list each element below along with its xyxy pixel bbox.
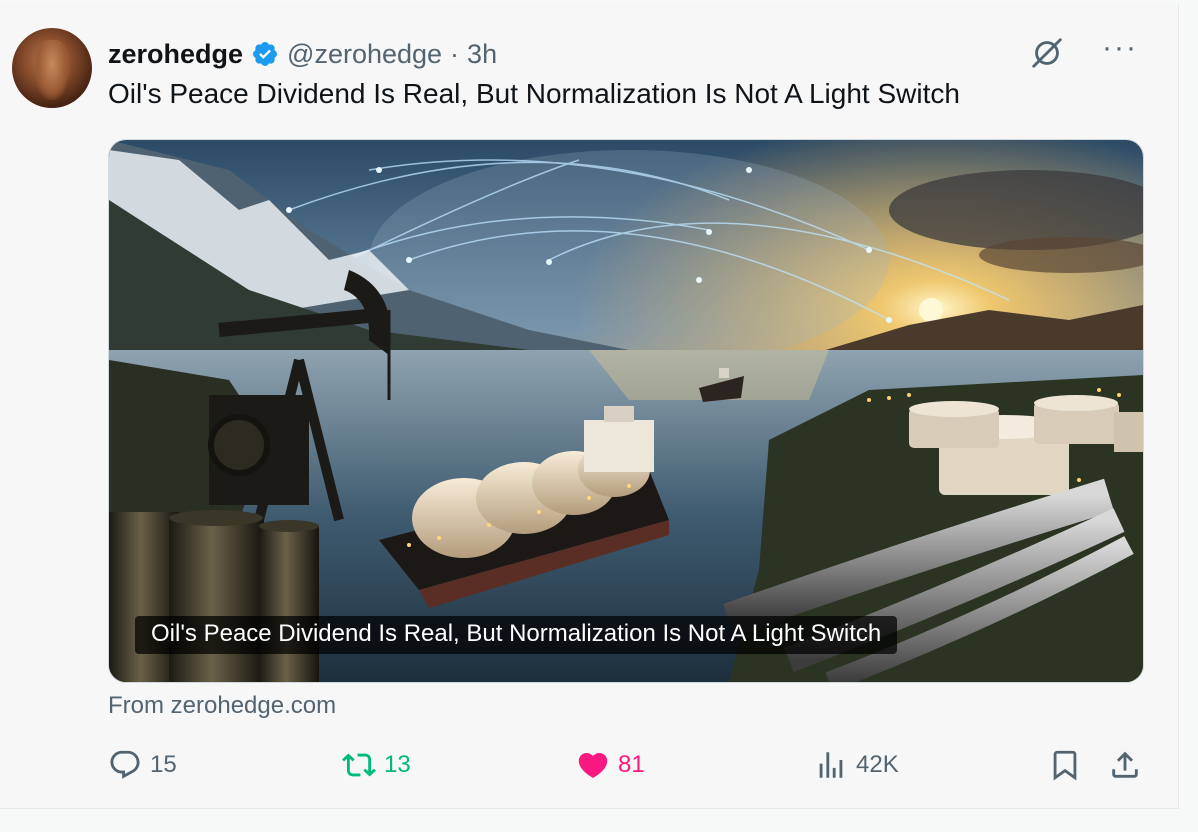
retweet-icon xyxy=(342,753,376,777)
card-image xyxy=(109,140,1143,682)
like-button[interactable]: 81 xyxy=(576,748,645,782)
reply-button[interactable]: 15 xyxy=(108,748,177,782)
tweet-text: Oil's Peace Dividend Is Real, But Normal… xyxy=(108,78,960,109)
bookmark-icon xyxy=(1053,750,1077,781)
handle[interactable]: @zerohedge xyxy=(287,39,442,70)
timestamp[interactable]: 3h xyxy=(467,39,497,70)
views-button[interactable]: 42K xyxy=(814,748,899,782)
verified-badge-icon xyxy=(253,42,277,66)
card-source[interactable]: From zerohedge.com xyxy=(108,692,336,720)
tweet-actions: 15 13 81 42K xyxy=(108,748,1142,792)
grok-icon[interactable] xyxy=(1028,34,1066,72)
tweet-header: zerohedge @zerohedge · 3h xyxy=(108,34,497,74)
share-button[interactable] xyxy=(1108,748,1142,782)
like-count: 81 xyxy=(618,751,645,778)
share-icon xyxy=(1112,751,1138,778)
more-icon[interactable]: ··· xyxy=(1102,33,1138,63)
bookmark-button[interactable] xyxy=(1048,748,1082,782)
link-card[interactable]: Oil's Peace Dividend Is Real, But Normal… xyxy=(108,139,1144,683)
like-icon xyxy=(578,752,608,778)
tweet-top-actions: ··· xyxy=(1028,33,1138,72)
tweet-article[interactable]: zerohedge @zerohedge · 3h ··· Oil's Peac… xyxy=(0,4,1179,809)
avatar[interactable] xyxy=(12,28,92,108)
view-count: 42K xyxy=(856,751,899,778)
display-name[interactable]: zerohedge xyxy=(108,39,243,70)
retweet-count: 13 xyxy=(384,751,411,778)
separator: · xyxy=(450,38,460,69)
card-caption: Oil's Peace Dividend Is Real, But Normal… xyxy=(135,616,898,654)
reply-count: 15 xyxy=(150,751,177,778)
reply-icon xyxy=(110,750,140,779)
retweet-button[interactable]: 13 xyxy=(342,748,411,782)
views-icon xyxy=(819,752,843,778)
